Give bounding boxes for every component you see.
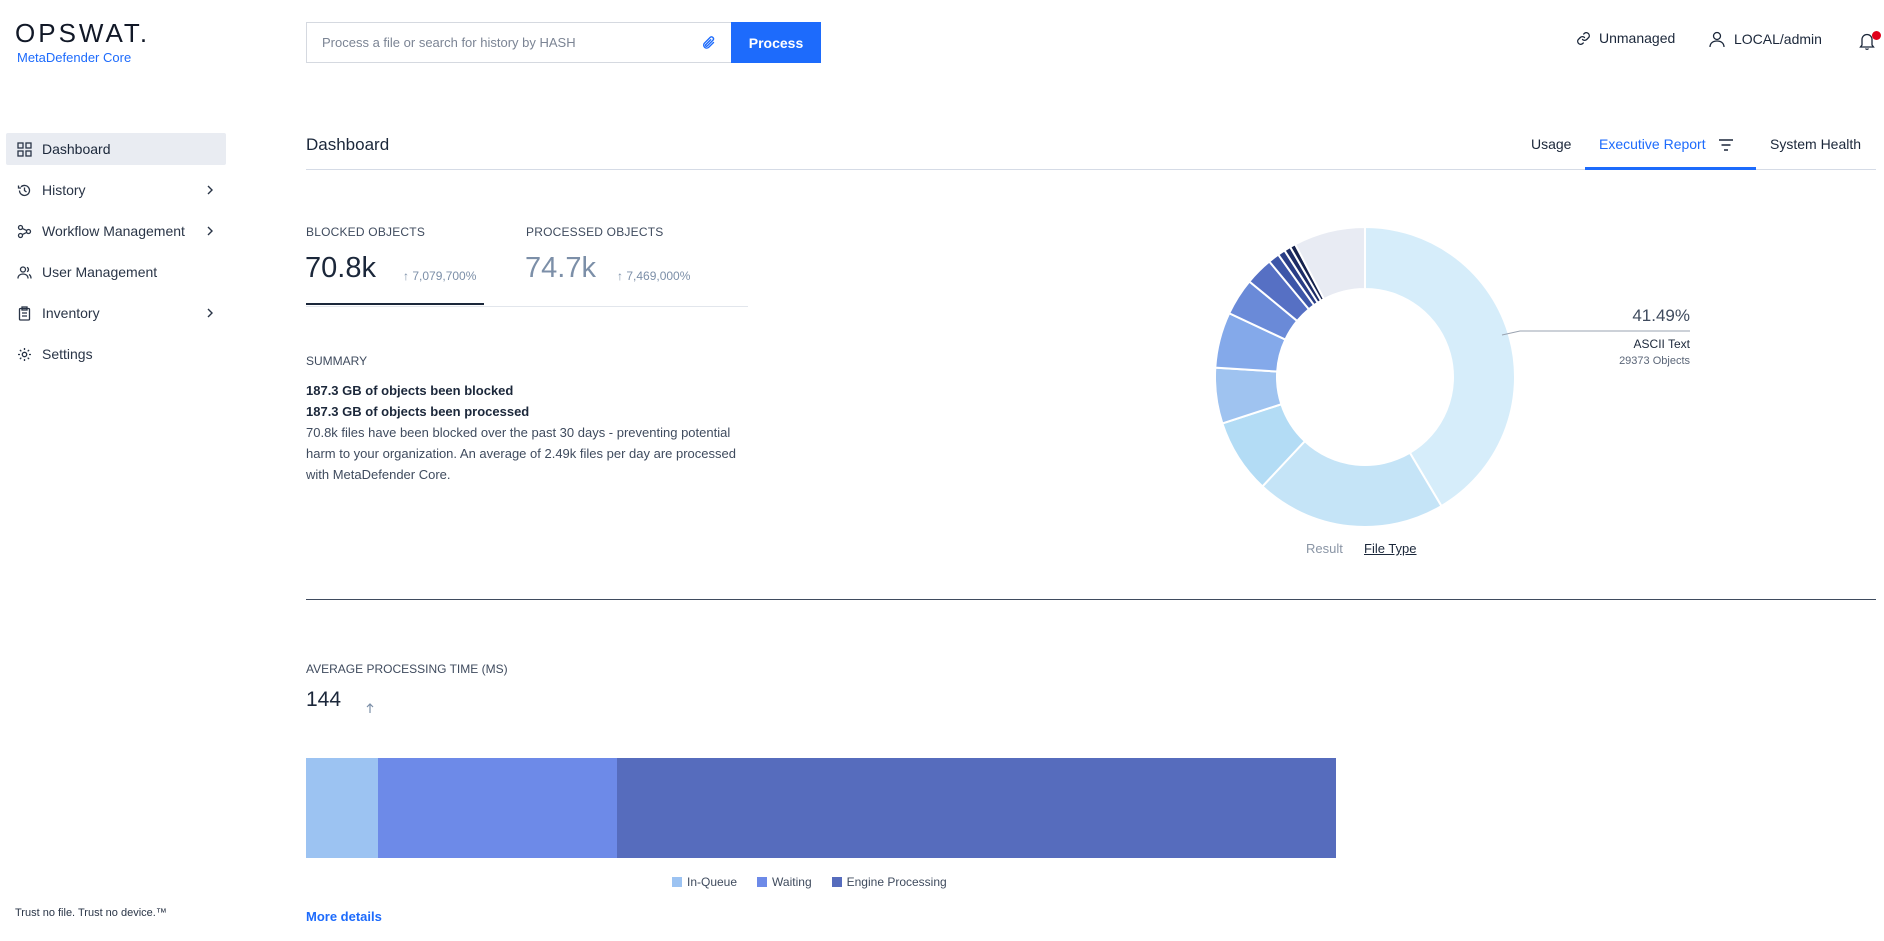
arrow-up-icon: ↑ — [617, 269, 623, 283]
sidebar-item-label: Dashboard — [42, 141, 111, 157]
processed-objects-value[interactable]: 74.7k — [525, 252, 596, 285]
processing-legend: In-Queue Waiting Engine Processing — [672, 875, 967, 889]
donut-highlight-count: 29373 Objects — [1619, 355, 1690, 367]
user-icon — [1709, 31, 1725, 48]
link-icon — [1577, 31, 1590, 45]
product-name: MetaDefender Core — [17, 50, 132, 65]
legend-label: Engine Processing — [846, 875, 947, 889]
legend-swatch — [672, 877, 682, 887]
donut-highlight-label: ASCII Text — [1633, 337, 1690, 351]
toggle-file-type[interactable]: File Type — [1364, 541, 1417, 556]
avg-processing-label: AVERAGE PROCESSING TIME (MS) — [306, 662, 508, 676]
legend-item-waiting: Waiting — [757, 875, 812, 889]
sidebar-nav: Dashboard History Workflow Management Us… — [6, 133, 226, 379]
tab-executive-report[interactable]: Executive Report — [1599, 136, 1706, 152]
process-button[interactable]: Process — [731, 22, 821, 63]
arrow-up-icon — [365, 702, 375, 717]
stats-active-indicator — [306, 303, 484, 305]
processed-objects-delta: ↑ 7,469,000% — [617, 269, 691, 283]
tab-system-health[interactable]: System Health — [1770, 136, 1861, 152]
legend-swatch — [757, 877, 768, 887]
blocked-objects-label[interactable]: BLOCKED OBJECTS — [306, 225, 425, 239]
users-icon — [16, 264, 32, 280]
sidebar-item-history[interactable]: History — [6, 174, 226, 206]
notification-badge — [1872, 31, 1881, 40]
processed-objects-label[interactable]: PROCESSED OBJECTS — [526, 225, 663, 239]
sidebar-item-label: History — [42, 182, 86, 198]
chevron-right-icon — [202, 182, 218, 198]
stats-divider — [306, 306, 748, 307]
clipboard-icon — [16, 305, 32, 321]
summary-label: SUMMARY — [306, 354, 368, 368]
sidebar-item-user-management[interactable]: User Management — [6, 256, 226, 288]
active-tab-indicator — [1585, 167, 1756, 170]
filter-icon[interactable] — [1718, 138, 1734, 155]
page-title: Dashboard — [306, 135, 390, 154]
unmanaged-link[interactable]: Unmanaged — [1576, 30, 1675, 46]
blocked-objects-value[interactable]: 70.8k — [305, 252, 376, 285]
legend-item-engine-processing: Engine Processing — [831, 875, 947, 889]
history-icon — [16, 182, 32, 198]
chevron-right-icon — [202, 223, 218, 239]
sidebar-item-label: Inventory — [42, 305, 100, 321]
legend-item-in-queue: In-Queue — [672, 875, 737, 889]
legend-label: Waiting — [772, 875, 812, 889]
unmanaged-label: Unmanaged — [1599, 30, 1676, 46]
summary-processed: 187.3 GB of objects been processed — [306, 404, 530, 419]
summary-text: 70.8k files have been blocked over the p… — [306, 425, 736, 482]
legend-swatch — [831, 877, 842, 887]
workflow-icon — [16, 223, 32, 239]
donut-highlight-percent: 41.49% — [1632, 306, 1690, 325]
sidebar-item-workflow-management[interactable]: Workflow Management — [6, 215, 226, 247]
bar-segment[interactable] — [378, 758, 618, 858]
user-menu[interactable]: LOCAL/admin — [1708, 30, 1822, 48]
bar-segment[interactable] — [617, 758, 1336, 858]
sidebar-item-label: Settings — [42, 346, 93, 362]
sidebar-item-inventory[interactable]: Inventory — [6, 297, 226, 329]
sidebar-item-label: User Management — [42, 264, 158, 280]
processing-time-bar[interactable] — [306, 758, 1336, 858]
user-label: LOCAL/admin — [1734, 31, 1822, 47]
search-placeholder: Process a file or search for history by … — [322, 35, 576, 50]
chevron-right-icon — [202, 305, 218, 321]
avg-processing-value: 144 — [306, 688, 342, 711]
sidebar-item-dashboard[interactable]: Dashboard — [6, 133, 226, 165]
toggle-result[interactable]: Result — [1306, 541, 1343, 556]
bar-segment[interactable] — [306, 758, 379, 858]
blocked-objects-delta: ↑ 7,079,700% — [403, 269, 477, 283]
gear-icon — [16, 346, 32, 362]
search-input[interactable]: Process a file or search for history by … — [306, 22, 731, 63]
file-type-donut-chart[interactable] — [1200, 212, 1530, 542]
tab-usage[interactable]: Usage — [1531, 136, 1571, 152]
opswat-logo[interactable]: OPSWAT. — [15, 18, 150, 49]
paperclip-icon[interactable] — [701, 34, 717, 55]
summary-blocked: 187.3 GB of objects been blocked — [306, 383, 514, 398]
grid-icon — [16, 141, 32, 157]
legend-label: In-Queue — [687, 875, 738, 889]
sidebar-item-settings[interactable]: Settings — [6, 338, 226, 370]
section-divider — [306, 599, 1876, 600]
arrow-up-icon: ↑ — [403, 269, 409, 283]
sidebar-item-label: Workflow Management — [42, 223, 185, 239]
more-details-link[interactable]: More details — [306, 909, 382, 924]
tagline: Trust no file. Trust no device.™ — [15, 907, 167, 919]
